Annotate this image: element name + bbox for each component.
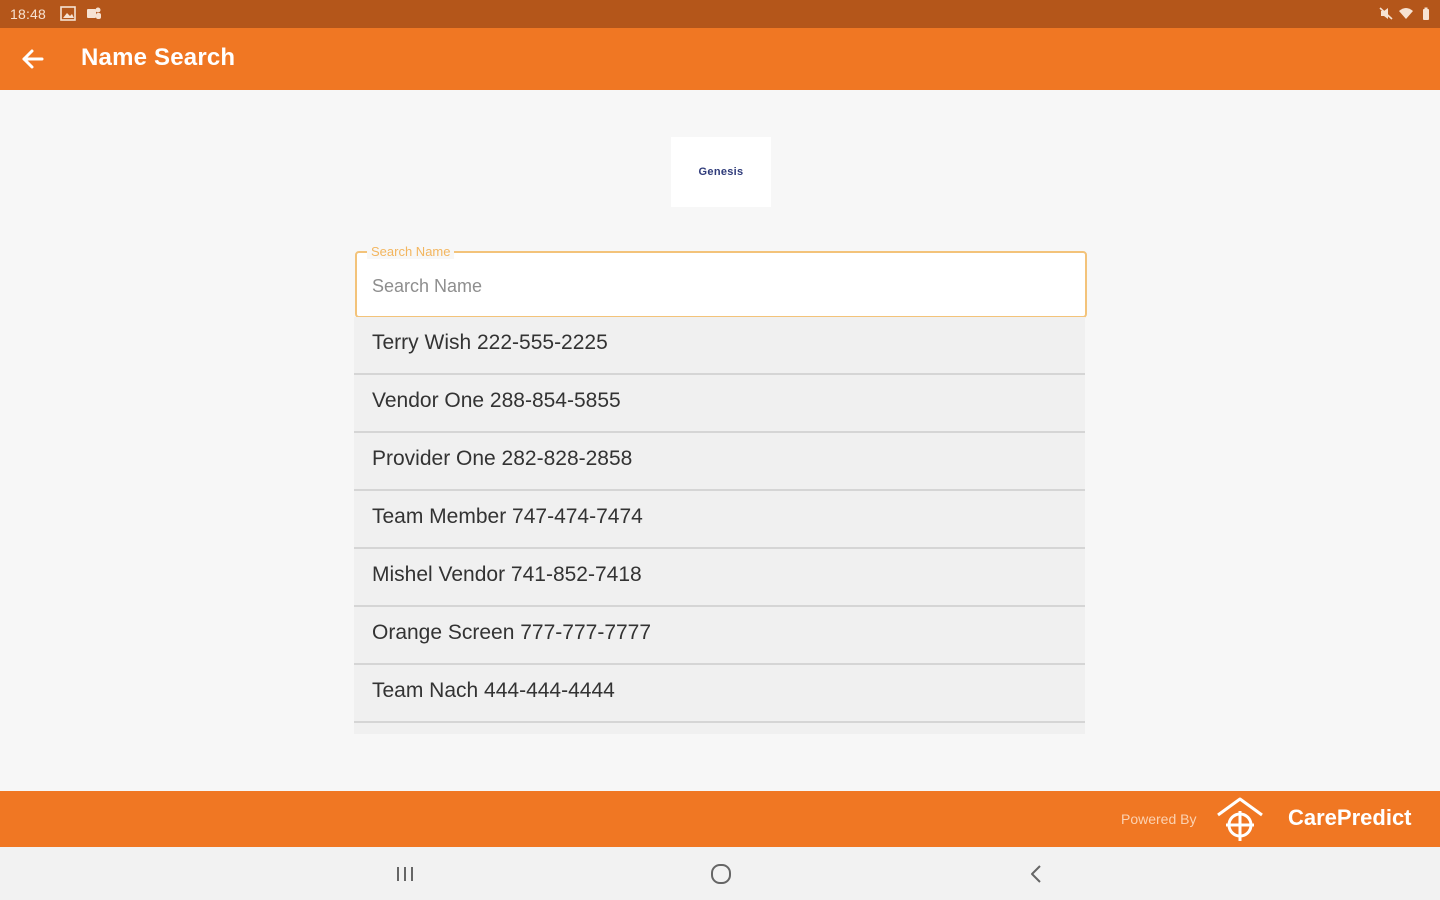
carepredict-logo-icon bbox=[1217, 797, 1263, 841]
footer-bar: Powered By CarePredict bbox=[0, 791, 1440, 847]
home-icon[interactable] bbox=[708, 861, 734, 887]
list-item-label: Team Member 747-474-7474 bbox=[372, 505, 643, 528]
search-field-label: Search Name bbox=[367, 244, 455, 259]
search-input[interactable] bbox=[370, 271, 1064, 301]
back-icon[interactable] bbox=[1024, 861, 1050, 887]
recents-icon[interactable] bbox=[392, 861, 418, 887]
battery-icon bbox=[1423, 7, 1429, 20]
list-item[interactable]: Team Nach 444-444-4444 bbox=[354, 665, 1085, 723]
teams-icon bbox=[87, 7, 101, 19]
list-item-label: Mishel Vendor 741-852-7418 bbox=[372, 563, 642, 586]
list-item-label: Provider One 282-828-2858 bbox=[372, 447, 633, 470]
list-item[interactable]: Orange Screen 777-777-7777 bbox=[354, 607, 1085, 665]
list-item-label: Team Nach 444-444-4444 bbox=[372, 679, 615, 702]
logo-text: Genesis bbox=[698, 166, 744, 178]
list-item[interactable]: Provider One 282-828-2858 bbox=[354, 433, 1085, 491]
list-item[interactable]: Vendor One 288-854-5855 bbox=[354, 375, 1085, 433]
wifi-icon bbox=[1399, 8, 1413, 19]
company-logo: Genesis bbox=[671, 137, 771, 207]
list-item[interactable]: Team Member 747-474-7474 bbox=[354, 491, 1085, 549]
list-item-label: Vendor One 288-854-5855 bbox=[372, 389, 621, 412]
arrow-left-icon[interactable] bbox=[18, 44, 48, 74]
list-item-label: Orange Screen 777-777-7777 bbox=[372, 621, 652, 644]
powered-by-label: Powered By bbox=[1121, 811, 1197, 827]
results-list: Terry Wish 222-555-2225 Vendor One 288-8… bbox=[354, 317, 1085, 734]
status-bar: 18:48 bbox=[0, 0, 1440, 28]
list-item-label: Terry Wish 222-555-2225 bbox=[372, 331, 608, 354]
brand-name: CarePredict bbox=[1288, 805, 1412, 830]
gallery-icon bbox=[60, 6, 76, 21]
status-time: 18:48 bbox=[10, 6, 47, 22]
system-nav-bar bbox=[0, 847, 1440, 900]
search-field: Search Name bbox=[355, 244, 1087, 318]
list-item[interactable]: Mishel Vendor 741-852-7418 bbox=[354, 549, 1085, 607]
list-item[interactable] bbox=[354, 723, 1085, 734]
list-item[interactable]: Terry Wish 222-555-2225 bbox=[354, 317, 1085, 375]
page-title: Name Search bbox=[81, 44, 236, 71]
mute-icon bbox=[1379, 7, 1393, 20]
app-bar: Name Search bbox=[0, 28, 1440, 90]
